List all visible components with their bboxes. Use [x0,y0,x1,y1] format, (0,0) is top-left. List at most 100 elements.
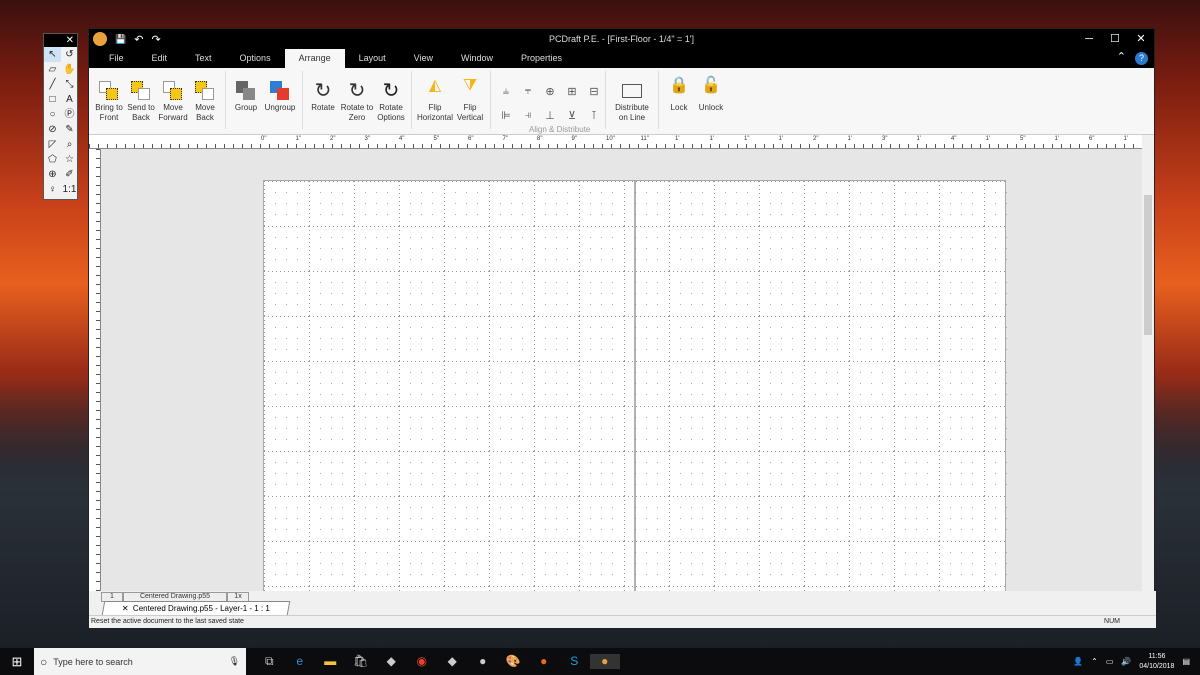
distribute-on-line-button[interactable]: Distribute on Line [610,81,654,129]
ruler-label: 1" [295,136,301,142]
tool-10-icon[interactable]: ⊘ [44,122,61,137]
tool-17-icon[interactable]: ✐ [61,167,78,182]
document-tab[interactable]: ✕ Centered Drawing.p55 - Layer-1 - 1 : 1 [101,601,290,615]
task-view-icon[interactable]: ⧉ [254,654,285,669]
chevron-up-icon[interactable]: ⌃ [1091,657,1098,666]
edge-icon[interactable]: e [285,654,316,669]
app-icon[interactable]: ◆ [376,654,407,669]
scrollbar-thumb[interactable] [1144,195,1152,335]
tool-2-icon[interactable]: ▱ [44,62,61,77]
unlock-button[interactable]: 🔓 Unlock [695,78,727,129]
align-vcenter-icon[interactable]: ⊕ [539,85,561,105]
close-document-icon[interactable]: ✕ [122,602,129,615]
skype-icon[interactable]: S [559,654,590,669]
rotate-options-button[interactable]: ↻ Rotate Options [375,81,407,129]
tool-16-icon[interactable]: ⊕ [44,167,61,182]
volume-icon[interactable]: 🔊 [1121,657,1131,666]
pcdraft-taskbar-icon[interactable]: ● [589,654,620,669]
close-palette-button[interactable]: ✕ [44,34,77,47]
flip-horizontal-button[interactable]: ◭ Flip Horizontal [416,77,454,129]
move-forward-button[interactable]: Move Forward [157,81,189,129]
align-left-icon[interactable]: ⊫ [495,109,517,129]
paint-icon[interactable]: 🎨 [498,654,529,669]
drawing-canvas[interactable] [101,149,1144,591]
store-icon[interactable]: 🛍 [346,654,377,669]
undo-icon[interactable]: ↶ [134,33,143,46]
app-icon[interactable]: ● [529,654,560,669]
help-button[interactable]: ? [1135,52,1148,65]
start-button[interactable]: ⊞ [0,654,34,670]
taskbar-search[interactable]: ○ Type here to search 🎙 [34,648,246,675]
layer-bar: 1 Centered Drawing.p55 1x ✕ Centered Draw… [89,591,1156,615]
collapse-ribbon-icon[interactable]: ⌃ [1117,50,1126,63]
vertical-scrollbar[interactable] [1142,135,1154,591]
ruler-label: 1' [985,136,990,142]
tool-19-icon[interactable]: 1:1 [61,182,78,197]
tab-options[interactable]: Options [226,49,285,68]
flip-horizontal-icon: ◭ [428,77,442,94]
rotate-to-zero-button[interactable]: ↻ Rotate to Zero [339,81,375,129]
move-back-button[interactable]: Move Back [189,81,221,129]
distribute-horizontal-icon[interactable]: ⊞ [561,85,583,105]
app-icon[interactable]: ● [468,654,499,669]
tab-text[interactable]: Text [181,49,226,68]
drawing-page[interactable] [263,180,1007,591]
align-bottom-icon[interactable]: ⫨ [495,85,517,105]
ruler-label: 6" [468,136,474,142]
tool-15-icon[interactable]: ☆ [61,152,78,167]
tool-13-icon[interactable]: ⌕ [61,137,78,152]
tool-5-icon[interactable]: ⤡ [61,77,78,92]
tab-arrange[interactable]: Arrange [284,49,345,68]
save-icon[interactable]: 💾 [115,34,126,45]
tool-0-icon[interactable]: ↖ [44,47,61,62]
tool-18-icon[interactable]: ♀ [44,182,61,197]
tab-properties[interactable]: Properties [507,49,576,68]
tab-file[interactable]: File [95,49,138,68]
clock[interactable]: 11:56 04/10/2018 [1139,652,1174,672]
flip-vertical-button[interactable]: ⧩ Flip Vertical [454,78,486,129]
group-button[interactable]: Group [230,81,262,129]
app-icon[interactable]: ◆ [437,654,468,669]
tab-layout[interactable]: Layout [345,49,400,68]
network-icon[interactable]: ▭ [1106,657,1114,666]
microphone-icon[interactable]: 🎙 [229,656,246,667]
tool-14-icon[interactable]: ⬠ [44,152,61,167]
tool-8-icon[interactable]: ○ [44,107,61,122]
people-icon[interactable]: 👤 [1073,657,1083,666]
rotate-button[interactable]: ↻ Rotate [307,81,339,129]
tool-1-icon[interactable]: ↺ [61,47,78,62]
ruler-label: 3" [882,136,888,142]
ruler-label: 4" [951,136,957,142]
tool-7-icon[interactable]: A [61,92,78,107]
file-explorer-icon[interactable]: ▬ [315,654,346,669]
lock-button[interactable]: 🔒 Lock [663,77,695,129]
notifications-icon[interactable]: ▤ [1182,657,1190,666]
minimize-button[interactable]: ─ [1076,29,1102,49]
send-to-back-button[interactable]: Send to Back [125,81,157,129]
tool-palette: ✕ ↖ ↺ ▱ ✋ ╱ ⤡ □ A ○ Ⓟ ⊘ ✎ ◸ ⌕ ⬠ ☆ ⊕ ✐ ♀ 1:1 [43,33,78,200]
send-to-back-icon [131,81,151,101]
bring-to-front-icon [99,81,119,101]
tab-edit[interactable]: Edit [138,49,182,68]
ungroup-button[interactable]: Ungroup [262,81,298,129]
tool-4-icon[interactable]: ╱ [44,77,61,92]
tool-11-icon[interactable]: ✎ [61,122,78,137]
tool-12-icon[interactable]: ◸ [44,137,61,152]
redo-icon[interactable]: ↷ [151,33,160,46]
ruler-label: 9" [571,136,577,142]
bring-to-front-button[interactable]: Bring to Front [93,81,125,129]
tool-6-icon[interactable]: □ [44,92,61,107]
app-logo-icon[interactable] [93,32,107,46]
align-distribute-group-label: Align & Distribute [529,125,591,134]
close-button[interactable]: ✕ [1128,29,1154,49]
tool-3-icon[interactable]: ✋ [61,62,78,77]
maximize-button[interactable]: ☐ [1102,29,1128,49]
tool-9-icon[interactable]: Ⓟ [61,107,78,122]
ruler-label: 11" [640,136,649,142]
lock-icon: 🔒 [669,77,689,94]
tab-window[interactable]: Window [447,49,507,68]
chrome-icon[interactable]: ◉ [407,654,438,669]
tab-view[interactable]: View [400,49,447,68]
distribute-vertical-icon[interactable]: ⊟ [583,85,605,105]
align-top-icon[interactable]: ⫧ [517,85,539,105]
